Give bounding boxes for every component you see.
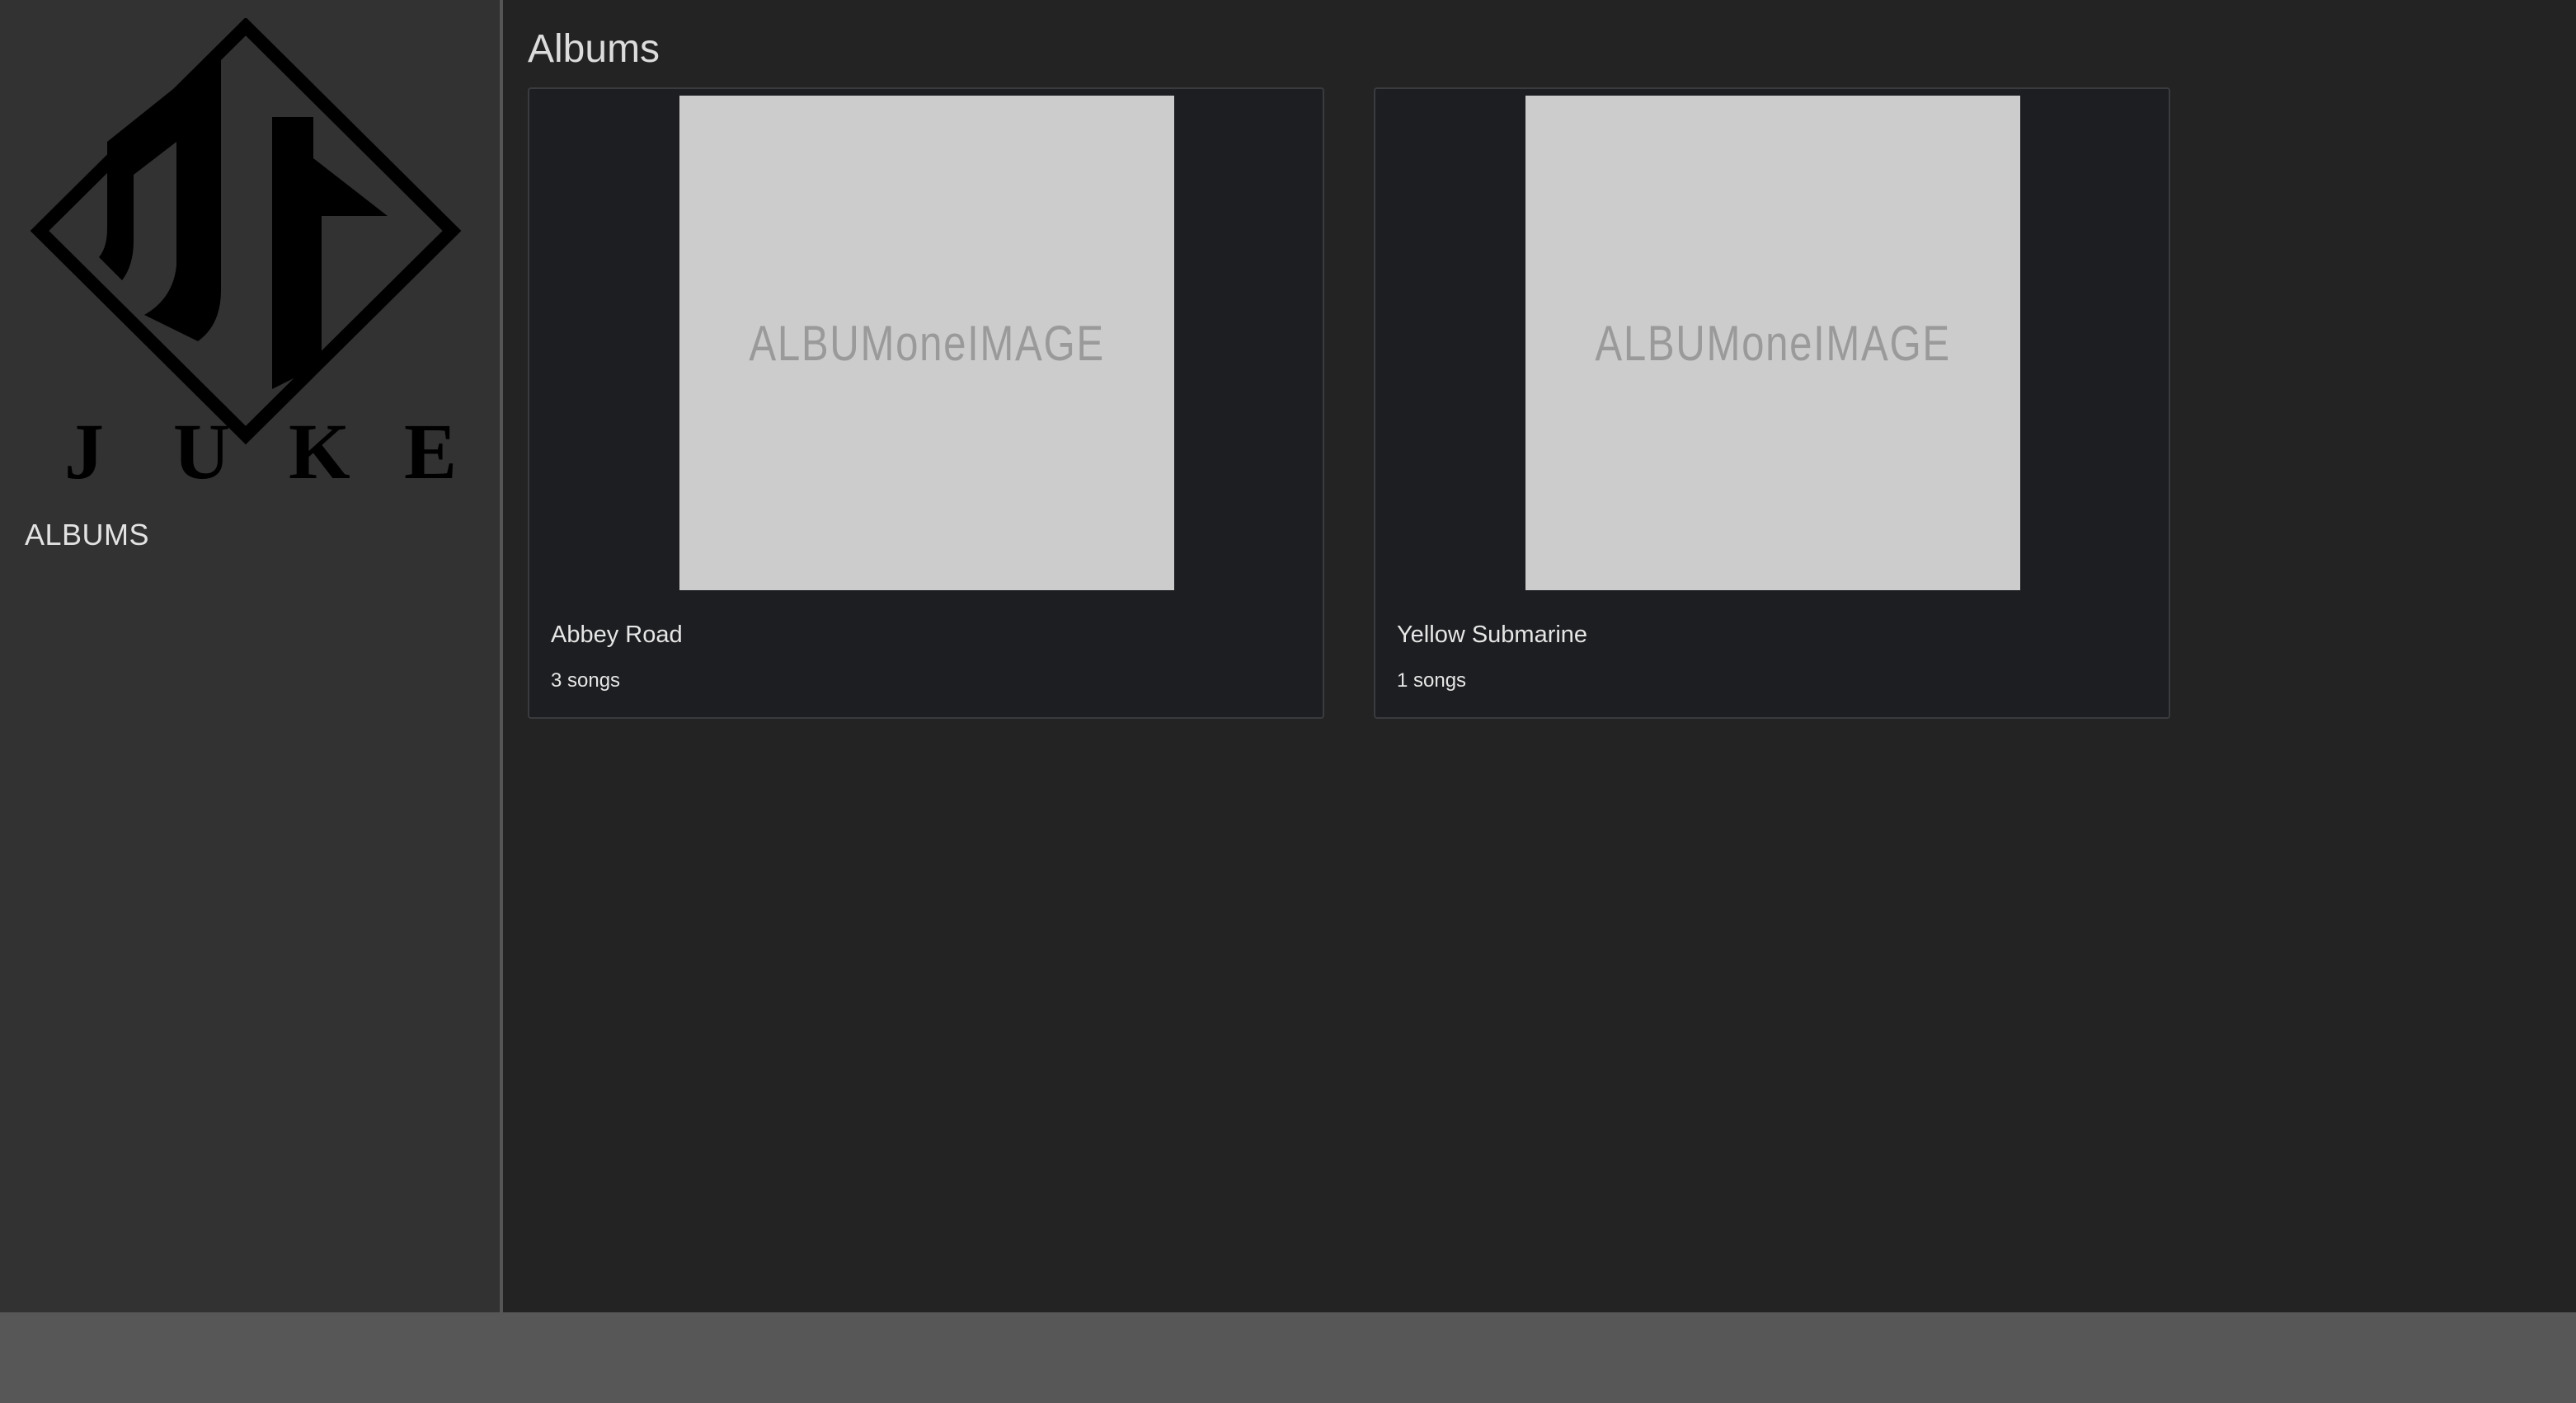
album-art-text: ALBUMoneIMAGE	[1595, 315, 1951, 371]
album-card[interactable]: ALBUMoneIMAGE Abbey Road 3 songs	[528, 87, 1324, 719]
album-art-placeholder: ALBUMoneIMAGE	[679, 96, 1174, 590]
app-window: J U K E ALBUMS Albums ALBUMoneIMAGE Abbe…	[0, 0, 2576, 1403]
album-song-count: 3 songs	[551, 669, 621, 692]
sidebar-item-albums[interactable]: ALBUMS	[25, 518, 149, 552]
player-bar	[0, 1312, 2576, 1403]
album-name: Yellow Submarine	[1397, 622, 1588, 648]
main-content: Albums ALBUMoneIMAGE Abbey Road 3 songs …	[506, 0, 2576, 1312]
sidebar: J U K E ALBUMS	[0, 0, 503, 1312]
album-song-count: 1 songs	[1397, 669, 1467, 692]
logo-letter-u: U	[173, 407, 230, 480]
juke-logo-graphic: J U K E	[30, 18, 462, 480]
album-name: Abbey Road	[551, 622, 683, 648]
album-card[interactable]: ALBUMoneIMAGE Yellow Submarine 1 songs	[1374, 87, 2170, 719]
page-title: Albums	[528, 27, 660, 71]
album-art-text: ALBUMoneIMAGE	[749, 315, 1105, 371]
juke-logo: J U K E	[25, 18, 470, 480]
album-art-placeholder: ALBUMoneIMAGE	[1525, 96, 2020, 590]
logo-letter-e: E	[404, 407, 457, 480]
logo-letter-k: K	[289, 407, 350, 480]
logo-letter-j: J	[64, 407, 104, 480]
